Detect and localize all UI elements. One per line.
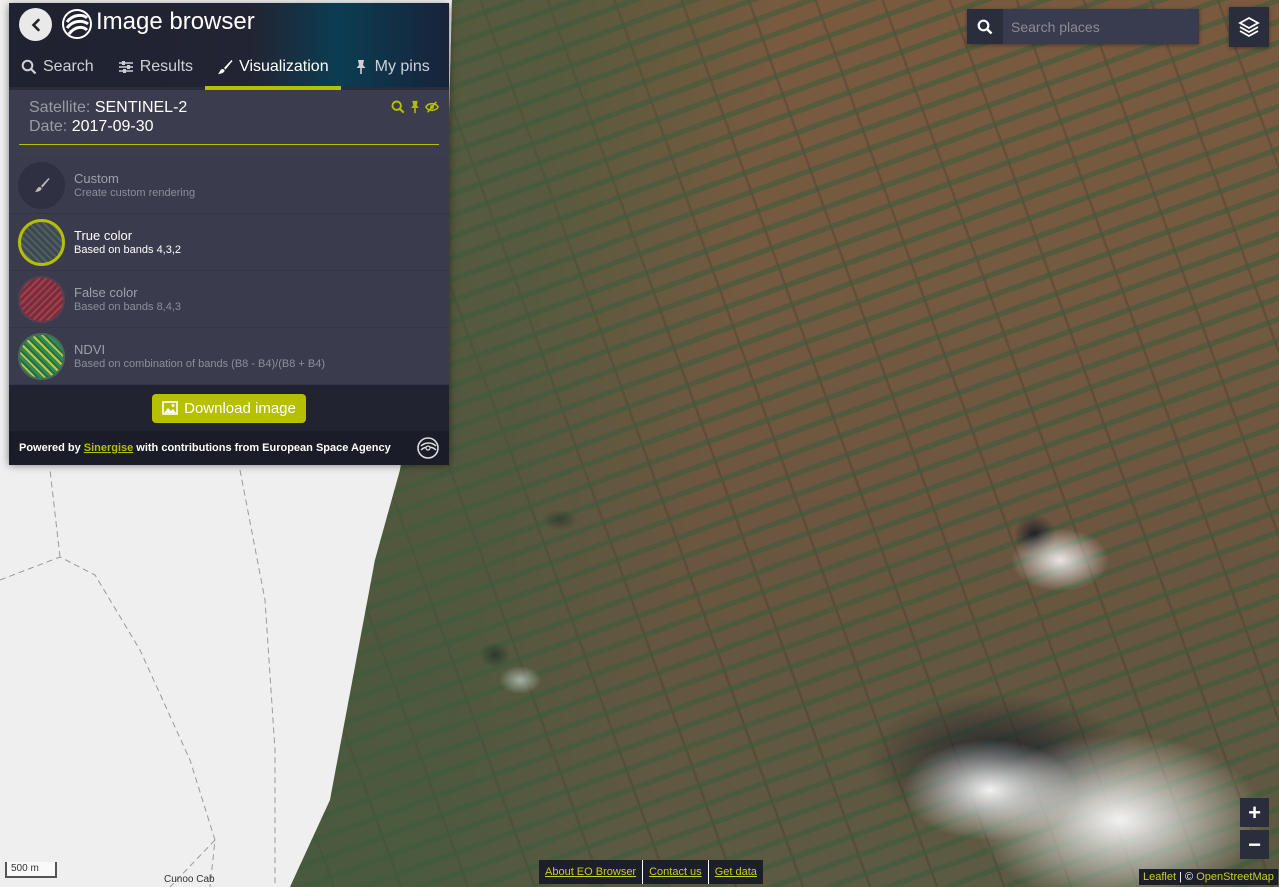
sliders-icon [118,61,133,73]
tab-visualization[interactable]: Visualization [205,48,341,90]
layer-thumbnail [18,218,65,266]
date-label: Date: [29,118,68,135]
satellite-value: SENTINEL-2 [94,99,188,116]
search-icon [977,19,993,34]
visualization-layer-list: Custom Create custom rendering True colo… [9,157,449,385]
layer-description: Create custom rendering [74,187,196,199]
layer-ndvi[interactable]: NDVI Based on combination of bands (B8 -… [9,328,449,385]
contact-us-link[interactable]: Contact us [643,860,709,884]
layer-true-color[interactable]: True color Based on bands 4,3,2 [9,214,449,271]
date-value: 2017-09-30 [71,118,154,135]
get-data-link[interactable]: Get data [709,860,763,884]
chevron-left-icon [31,18,40,31]
tab-label: Results [139,58,194,75]
leaflet-link[interactable]: Leaflet [1143,871,1176,883]
download-label: Download image [184,399,296,417]
image-browser-panel: Image browser Search Results Visualizati… [9,3,449,465]
brush-icon [218,60,233,74]
scene-info: Satellite: SENTINEL-2 Date: 2017-09-30 [19,90,439,145]
footer-suffix: with contributions from European Space A… [136,442,391,454]
tab-label: Search [43,58,94,75]
layer-description: Based on bands 8,4,3 [74,301,182,313]
zoom-control: + − [1240,798,1269,862]
panel-footer: Powered by Sinergise with contributions … [9,431,449,465]
layer-custom[interactable]: Custom Create custom rendering [9,157,449,214]
panel-header: Image browser Search Results Visualizati… [9,3,449,90]
scene-actions [391,100,439,114]
sentinel-hub-logo-icon [62,9,92,39]
bottom-links: About EO Browser Contact us Get data [539,860,763,884]
tab-bar: Search Results Visualization My pins [9,48,449,90]
tab-label: My pins [374,58,430,75]
search-icon [21,59,37,75]
map-scale: 500 m [5,862,57,878]
layer-thumbnail [18,161,65,209]
footer-prefix: Powered by [19,442,81,454]
place-label: Cunoo Cab [164,874,215,885]
sinergise-link[interactable]: Sinergise [84,442,134,454]
attribution-separator: | © [1179,871,1194,883]
zoom-out-button[interactable]: − [1240,830,1269,859]
zoom-in-button[interactable]: + [1240,798,1269,827]
tab-my-pins[interactable]: My pins [341,48,442,90]
app-title: Image browser [96,8,255,35]
search-places-box [967,9,1199,44]
layer-description: Based on bands 4,3,2 [74,244,182,256]
back-button[interactable] [19,8,52,41]
zoom-to-tile-icon[interactable] [391,100,405,114]
layer-description: Based on combination of bands (B8 - B4)/… [74,358,326,370]
layer-thumbnail [18,332,65,380]
layer-title: Custom [74,171,119,186]
eye-slash-icon[interactable] [425,100,439,114]
layer-false-color[interactable]: False color Based on bands 8,4,3 [9,271,449,328]
tab-label: Visualization [239,58,329,75]
esa-logo-icon [417,437,439,459]
layer-title: False color [74,285,138,300]
image-icon [162,401,178,415]
date-row: Date: 2017-09-30 [29,117,429,136]
layer-switcher-button[interactable] [1229,7,1269,47]
layer-title: True color [74,228,133,243]
layers-icon [1238,16,1260,38]
tab-results[interactable]: Results [106,48,205,90]
pin-icon[interactable] [408,100,422,114]
search-places-input[interactable] [1003,9,1199,44]
satellite-label: Satellite: [29,99,91,116]
layer-title: NDVI [74,342,106,357]
tab-search[interactable]: Search [9,48,106,90]
download-image-button[interactable]: Download image [152,393,306,423]
about-eo-browser-link[interactable]: About EO Browser [539,860,644,884]
layer-thumbnail [18,275,65,323]
openstreetmap-link[interactable]: OpenStreetMap [1196,871,1274,883]
satellite-row: Satellite: SENTINEL-2 [29,98,429,117]
brush-icon [34,178,49,192]
search-places-button[interactable] [967,9,1003,44]
map-attribution: Leaflet | © OpenStreetMap [1139,869,1278,885]
download-area: Download image [9,385,449,431]
pin-icon [356,60,366,74]
